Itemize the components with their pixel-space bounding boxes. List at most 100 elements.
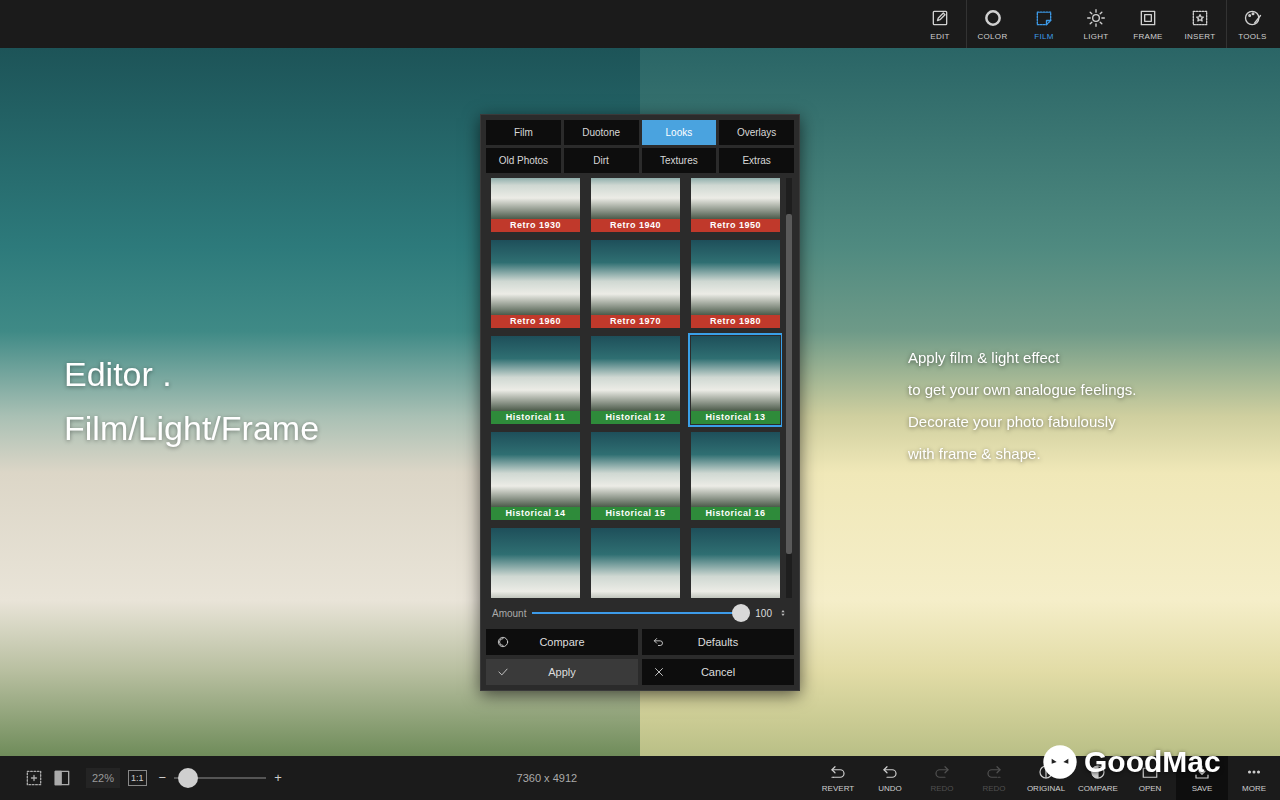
looks-viewport: Retro 1930 Retro 1940 Retro 1950 Retro 1960… [486,178,782,598]
zoom-slider[interactable] [174,777,266,779]
action-button[interactable]: OPEN [1124,756,1176,800]
dialog-button[interactable]: Apply [486,659,638,685]
zoom-knob[interactable] [178,768,198,788]
look-thumbnail[interactable] [591,528,680,598]
look-thumbnail[interactable]: Historical 13 [691,336,780,424]
tab-label: Overlays [737,125,776,140]
thumbnail-preview [691,528,780,598]
action-button[interactable]: REDO [916,756,968,800]
compare-icon [496,635,510,649]
action-button[interactable]: ORIGINAL [1020,756,1072,800]
action-button[interactable]: SAVE [1176,756,1228,800]
watermark-text: GoodMac [1084,745,1221,779]
category-tab[interactable]: Textures [642,148,717,173]
revert-icon [829,763,847,781]
thumbnail-label-bar: Retro 1960 [491,315,580,328]
editor-window: EDIT COLOR FILM LIGHT FRAME INSERTTOOLS Editor… [0,0,1280,800]
action-button[interactable]: MORE [1228,756,1280,800]
thumbnail-preview [591,432,680,507]
toolbar-button[interactable]: FRAME [1122,0,1174,48]
look-thumbnail[interactable] [691,528,780,598]
panel-icon [52,768,72,788]
button-label: Cancel [666,664,784,681]
toolbar-button[interactable]: INSERT [1174,0,1226,48]
look-thumbnail[interactable]: Historical 14 [491,432,580,520]
look-thumbnail[interactable]: Retro 1930 [491,178,580,232]
toolbar-button[interactable]: FILM [1018,0,1070,48]
look-thumbnail[interactable]: Historical 15 [591,432,680,520]
dialog-button[interactable]: Compare [486,629,638,655]
look-thumbnail[interactable]: Retro 1980 [691,240,780,328]
thumbnail-label-bar: Historical 15 [591,507,680,520]
thumbnail-label: Historical 13 [705,411,765,425]
look-thumbnail[interactable]: Retro 1970 [591,240,680,328]
toolbar-button[interactable]: LIGHT [1070,0,1122,48]
category-tab[interactable]: Dirt [564,148,639,173]
cancel-icon [652,665,666,679]
thumbnail-label: Retro 1930 [510,219,561,233]
thumbnail-preview [591,336,680,411]
look-thumbnail[interactable]: Retro 1940 [591,178,680,232]
thumbnail-preview [591,528,680,598]
defaults-icon [652,635,666,649]
thumbnail-label-bar: Retro 1930 [491,219,580,232]
action-label: REDO [930,784,953,793]
category-tab[interactable]: Duotone [564,120,639,145]
category-tab[interactable]: Extras [719,148,794,173]
thumbnail-label-bar: Retro 1940 [591,219,680,232]
thumbnail-label-bar: Historical 12 [591,411,680,424]
amount-fill [532,612,741,614]
action-button[interactable]: REDO [968,756,1020,800]
dialog-button[interactable]: Cancel [642,659,794,685]
color-icon [983,8,1003,28]
look-thumbnail[interactable] [491,528,580,598]
check-icon [496,665,510,679]
looks-dialog: FilmDuotone Looks Overlays Old PhotosDirtTe… [480,114,800,691]
category-tab[interactable]: Looks [642,120,717,145]
redo-icon [933,763,951,781]
amount-label: Amount [492,606,526,621]
amount-knob[interactable] [732,604,750,622]
category-tab[interactable]: Old Photos [486,148,561,173]
look-thumbnail[interactable]: Historical 12 [591,336,680,424]
action-label: REVERT [822,784,854,793]
amount-slider[interactable] [532,612,741,614]
toolbar-button[interactable]: EDIT [914,0,966,48]
thumbnail-preview [691,336,780,411]
promo-title: Editor .Film/Light/Frame [64,354,319,448]
fit-button[interactable]: 1:1 [128,770,147,786]
scrollbar[interactable] [786,178,792,598]
toolbar-button[interactable]: TOOLS [1226,0,1278,48]
zoom-in-button[interactable]: + [274,768,282,788]
category-tab[interactable]: Film [486,120,561,145]
thumbnail-preview [691,178,780,219]
look-thumbnail[interactable]: Historical 16 [691,432,780,520]
look-thumbnail[interactable]: Retro 1960 [491,240,580,328]
action-button[interactable]: REVERT [812,756,864,800]
toolbar-label: FILM [1034,32,1053,41]
toolbar-label: FRAME [1133,32,1163,41]
dialog-button[interactable]: Defaults [642,629,794,655]
action-button[interactable]: UNDO [864,756,916,800]
toolbar-label: LIGHT [1083,32,1108,41]
tab-label: Extras [742,153,770,168]
promo-caption-line: with frame & shape. [908,438,1137,470]
tab-label: Looks [666,125,693,140]
thumbnail-label: Retro 1980 [710,315,761,329]
zoom-out-button[interactable]: − [159,768,167,788]
look-thumbnail[interactable]: Historical 11 [491,336,580,424]
promo-caption-line: Decorate your photo fabulously [908,406,1137,438]
action-label: REDO [982,784,1005,793]
thumbnail-label: Retro 1940 [610,219,661,233]
action-label: UNDO [878,784,902,793]
thumbnail-label-bar: Historical 13 [691,411,780,424]
look-thumbnail[interactable]: Retro 1950 [691,178,780,232]
action-label: OPEN [1139,784,1162,793]
category-tab[interactable]: Overlays [719,120,794,145]
action-button[interactable]: COMPARE [1072,756,1124,800]
amount-value[interactable]: 100 [755,606,772,621]
scrollbar-thumb[interactable] [786,214,792,554]
toolbar-label: EDIT [930,32,949,41]
action-label: MORE [1242,784,1266,793]
toolbar-button[interactable]: COLOR [966,0,1018,48]
